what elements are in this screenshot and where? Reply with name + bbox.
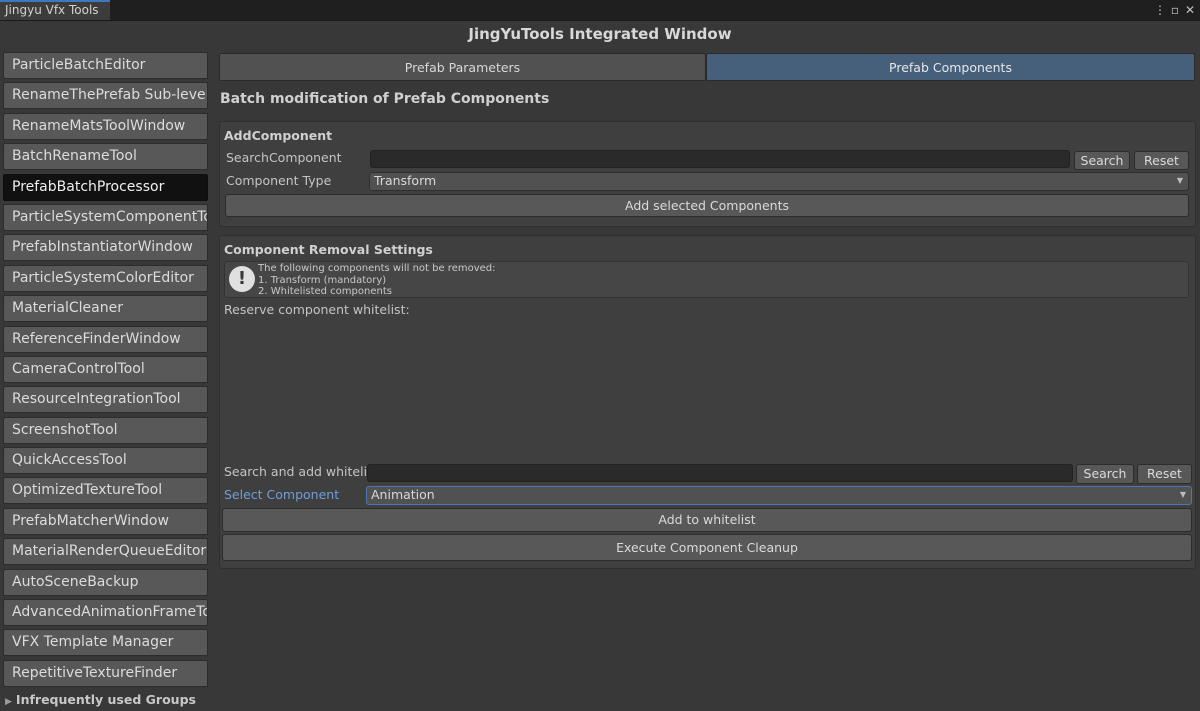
add-component-title: AddComponent xyxy=(224,128,333,143)
sidebar-item-particlesystemcoloreditor[interactable]: ParticleSystemColorEditor xyxy=(3,264,208,292)
sidebar-item-batchrenametool[interactable]: BatchRenameTool xyxy=(3,143,208,171)
search-whitelist-button[interactable]: Search xyxy=(1076,464,1134,484)
info-exclamation-icon: ! xyxy=(229,266,255,292)
sidebar-item-materialcleaner[interactable]: MaterialCleaner xyxy=(3,295,208,323)
help-box: ! The following components will not be r… xyxy=(224,261,1189,298)
tab-bar: Prefab Parameters Prefab Components xyxy=(219,53,1195,81)
search-component-button[interactable]: Search xyxy=(1074,151,1130,170)
sidebar-item-renamematstoolwindow[interactable]: RenameMatsToolWindow xyxy=(3,112,208,140)
sidebar-item-cameracontroltool[interactable]: CameraControlTool xyxy=(3,355,208,383)
chevron-down-icon: ▼ xyxy=(1176,176,1183,185)
section-heading: Batch modification of Prefab Components xyxy=(220,91,550,107)
sidebar-item-autoscenebackup[interactable]: AutoSceneBackup xyxy=(3,568,208,596)
window-main-title: JingYuTools Integrated Window xyxy=(468,25,732,43)
sidebar-item-referencefinderwindow[interactable]: ReferenceFinderWindow xyxy=(3,325,208,353)
foldout-label: Infrequently used Groups xyxy=(15,692,196,707)
component-type-dropdown[interactable]: Transform ▼ xyxy=(369,172,1189,191)
help-line: The following components will not be rem… xyxy=(258,263,496,274)
sidebar-item-prefabinstantiatorwindow[interactable]: PrefabInstantiatorWindow xyxy=(3,234,208,262)
tab-prefab-parameters[interactable]: Prefab Parameters xyxy=(219,53,706,81)
execute-cleanup-button[interactable]: Execute Component Cleanup xyxy=(222,534,1192,561)
sidebar-item-prefabbatchprocessor[interactable]: PrefabBatchProcessor xyxy=(3,173,208,201)
sidebar-item-screenshottool[interactable]: ScreenshotTool xyxy=(3,416,208,444)
sidebar-item-resourceintegrationtool[interactable]: ResourceIntegrationTool xyxy=(3,386,208,414)
sidebar-item-prefabmatcherwindow[interactable]: PrefabMatcherWindow xyxy=(3,507,208,535)
chevron-down-icon: ▼ xyxy=(1179,490,1186,499)
reset-component-button[interactable]: Reset xyxy=(1134,151,1189,170)
search-whitelist-label: Search and add whitelist xyxy=(224,464,379,479)
sidebar-item-advancedanimationframetool[interactable]: AdvancedAnimationFrameTool xyxy=(3,599,208,627)
sidebar-item-quickaccesstool[interactable]: QuickAccessTool xyxy=(3,447,208,475)
add-to-whitelist-button[interactable]: Add to whitelist xyxy=(222,508,1192,532)
tab-prefab-components[interactable]: Prefab Components xyxy=(706,53,1195,81)
title-bar: Jingyu Vfx Tools ⋮ ▫ ✕ xyxy=(0,0,1200,21)
removal-settings-title: Component Removal Settings xyxy=(224,242,433,257)
sidebar-item-repetitivetexturefinder[interactable]: RepetitiveTextureFinder xyxy=(3,659,208,687)
reset-whitelist-button[interactable]: Reset xyxy=(1137,464,1192,484)
help-line: 2. Whitelisted components xyxy=(258,286,392,297)
help-line: 1. Transform (mandatory) xyxy=(258,274,387,286)
sidebar-item-materialrenderqueueeditor[interactable]: MaterialRenderQueueEditor xyxy=(3,538,208,566)
select-component-label: Select Component xyxy=(224,487,340,502)
help-text: The following components will not be rem… xyxy=(258,263,496,298)
maximize-icon[interactable]: ▫ xyxy=(1167,2,1183,18)
search-component-input[interactable] xyxy=(370,150,1070,168)
sidebar-item-vfx-template-manager[interactable]: VFX Template Manager xyxy=(3,629,208,657)
sidebar-item-particlebatcheditor[interactable]: ParticleBatchEditor xyxy=(3,52,208,79)
select-component-dropdown[interactable]: Animation ▼ xyxy=(366,486,1192,505)
sidebar-item-renametheprefab-sub-level[interactable]: RenameThePrefab Sub-level xyxy=(3,82,208,110)
close-icon[interactable]: ✕ xyxy=(1182,2,1198,18)
search-whitelist-input[interactable] xyxy=(367,464,1073,482)
sidebar-item-optimizedtexturetool[interactable]: OptimizedTextureTool xyxy=(3,477,208,505)
whitelist-label: Reserve component whitelist: xyxy=(224,302,410,317)
search-component-label: SearchComponent xyxy=(226,150,342,165)
add-selected-components-button[interactable]: Add selected Components xyxy=(225,194,1189,217)
foldout-arrow-icon: ▶ xyxy=(5,697,12,707)
infrequent-groups-foldout[interactable]: ▶ Infrequently used Groups xyxy=(5,692,196,707)
kebab-menu-icon[interactable]: ⋮ xyxy=(1152,2,1168,18)
tool-sidebar: ParticleBatchEditor RenameThePrefab Sub-l… xyxy=(3,52,208,690)
sidebar-item-particlesystemcomponenttool[interactable]: ParticleSystemComponentTool xyxy=(3,203,208,231)
component-type-label: Component Type xyxy=(226,173,332,188)
component-type-value: Transform xyxy=(374,173,437,188)
window-tab[interactable]: Jingyu Vfx Tools xyxy=(0,0,110,20)
select-component-value: Animation xyxy=(371,487,435,502)
